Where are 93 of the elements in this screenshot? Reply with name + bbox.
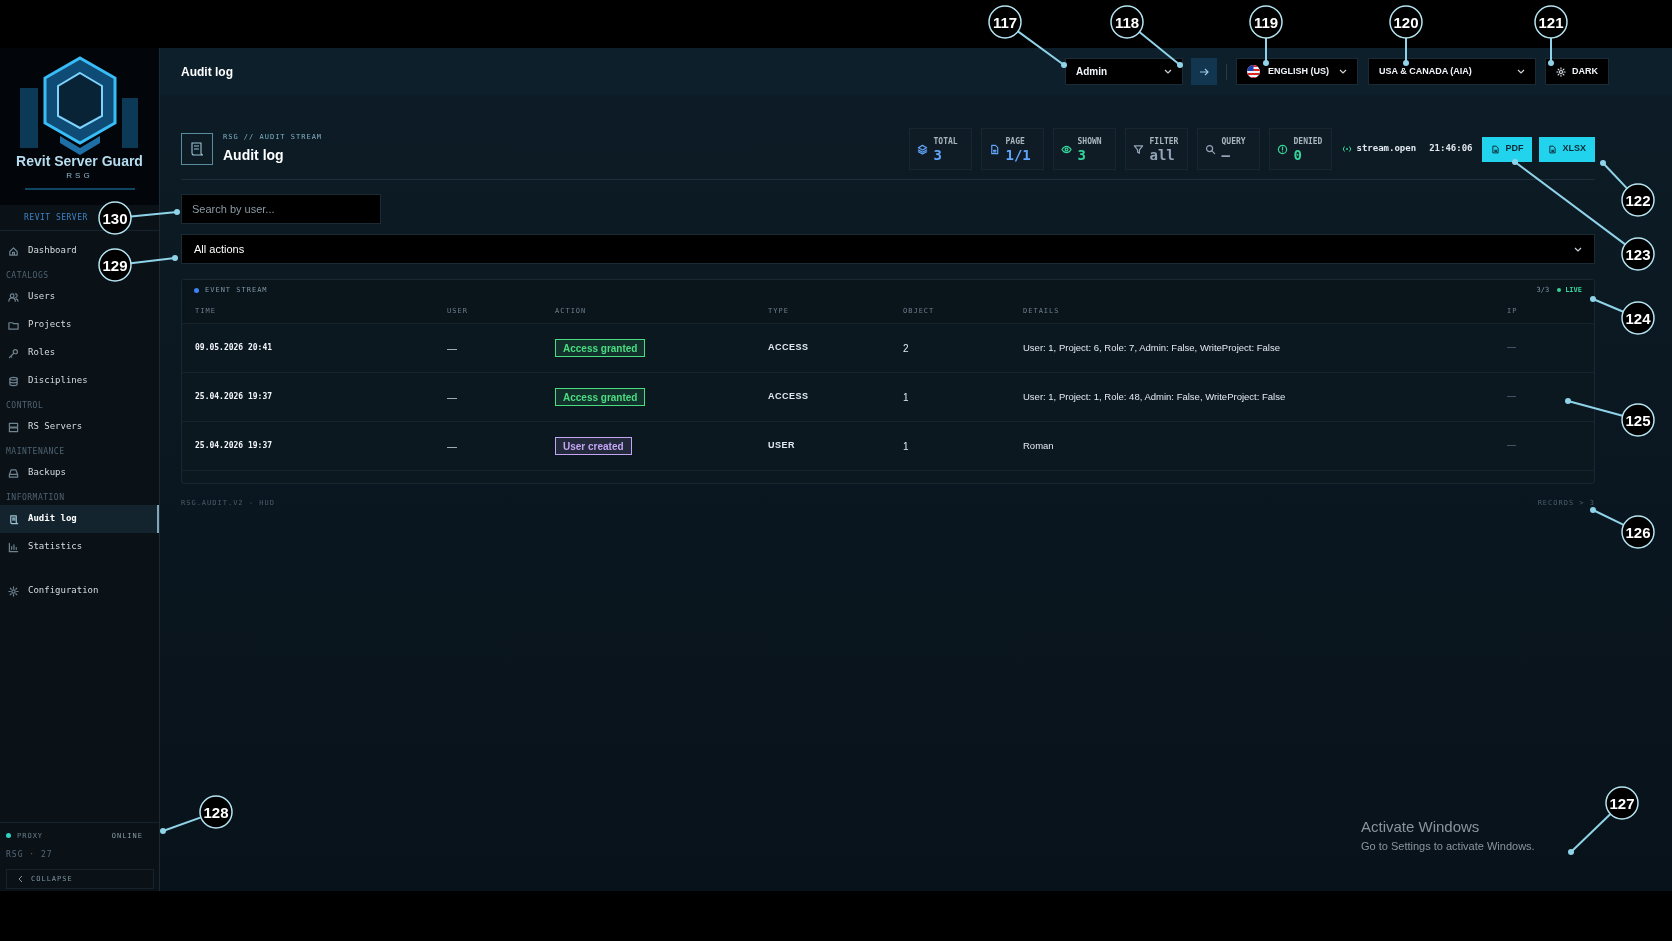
chart-icon <box>8 541 19 553</box>
drive-icon <box>8 467 19 479</box>
nav-item[interactable]: Statistics <box>0 533 159 561</box>
table-cell: 25.04.2026 19:37 <box>195 440 273 452</box>
gear-icon <box>8 585 19 597</box>
table-cell-text: 1 <box>903 439 909 454</box>
search-field[interactable]: Search by user... <box>181 194 381 224</box>
table-cell-text: 2 <box>903 341 909 356</box>
version-label: RSG · 27 <box>6 849 54 861</box>
table-cell-text: User: 1, Project: 1, Role: 48, Admin: False, WriteProject: False <box>1023 389 1286 404</box>
stat-value: 1/1 <box>1005 147 1031 163</box>
language-select[interactable]: ENGLISH (US) <box>1236 58 1358 85</box>
chevron-down-icon <box>1339 69 1347 74</box>
nav-section-heading: MAINTENANCE <box>6 446 65 458</box>
scroll-icon <box>181 133 213 165</box>
file-icon <box>1548 144 1558 154</box>
table-cell: — <box>1507 341 1516 355</box>
server-icon <box>8 421 19 433</box>
nav-item[interactable]: Disciplines <box>0 367 159 395</box>
broadcast-icon <box>1341 145 1352 153</box>
stream-time: 21:46:06 <box>1429 142 1473 156</box>
nav-section-heading: CATALOGS <box>6 270 49 282</box>
table-cell-text: User: 1, Project: 6, Role: 7, Admin: False, WriteProject: False <box>1023 340 1280 355</box>
header-title: Audit log <box>181 63 233 81</box>
chevron-down-icon <box>1574 246 1582 252</box>
table-cell: USER <box>768 439 795 453</box>
theme-button[interactable]: DARK <box>1545 58 1609 85</box>
action-tag: User created <box>555 437 632 455</box>
section-label: REVIT SERVER <box>24 211 88 224</box>
chevron-down-icon <box>1164 69 1172 74</box>
layers-icon <box>916 143 928 155</box>
nav-item[interactable]: Projects <box>0 311 159 339</box>
nav-section-heading: CONTROL <box>6 400 44 412</box>
database-icon <box>8 375 19 387</box>
activation-message: Go to Settings to activate Windows. <box>1361 839 1536 854</box>
home-icon <box>8 245 19 257</box>
stat-label: TOTAL <box>933 135 958 148</box>
brand-title: Revit Server Guard <box>15 152 144 171</box>
nav-item[interactable]: Users <box>0 283 159 311</box>
user-select[interactable]: Admin <box>1065 58 1183 85</box>
chevron-left-icon <box>17 875 23 883</box>
table-cell: — <box>1507 439 1516 453</box>
action-tag: Access granted <box>555 388 646 406</box>
export-button[interactable]: PDF <box>1482 136 1533 162</box>
stat-label: PAGE <box>1005 135 1026 148</box>
stat-label: FILTER <box>1149 135 1179 148</box>
file-icon <box>1491 144 1501 154</box>
brand-subtitle: RSG <box>65 170 94 182</box>
scroll-icon <box>8 513 19 525</box>
flag-icon <box>1247 65 1260 78</box>
stat-label: SHOWN <box>1077 135 1102 148</box>
nav-item[interactable]: RS Servers <box>0 413 159 441</box>
eye-icon <box>1060 143 1072 155</box>
go-button[interactable] <box>1191 58 1217 85</box>
nav-item[interactable]: Configuration <box>0 577 159 605</box>
page-title: Audit log <box>223 145 285 165</box>
stat-value: 0 <box>1293 147 1303 163</box>
file-icon <box>988 143 1000 155</box>
export-button[interactable]: XLSX <box>1539 136 1595 162</box>
nav-item[interactable]: Roles <box>0 339 159 367</box>
filter-icon <box>1132 143 1144 155</box>
stat-value: 3 <box>1077 147 1087 163</box>
stat-value: all <box>1149 147 1176 163</box>
region-select[interactable]: USA & CANADA (AIA) <box>1368 58 1536 85</box>
table-cell-text: — <box>447 439 457 454</box>
table-cell: — <box>1507 390 1516 404</box>
alert-icon <box>1276 143 1288 155</box>
action-tag: Access granted <box>555 339 646 357</box>
table-cell: ACCESS <box>768 390 809 404</box>
stat-label: DENIED <box>1293 135 1323 148</box>
stream-status: stream.open <box>1356 142 1417 156</box>
action-select[interactable]: All actions <box>181 234 1595 264</box>
table-cell: 09.05.2026 20:41 <box>195 342 273 354</box>
table-cell-text: — <box>447 390 457 405</box>
sun-icon <box>1556 66 1566 77</box>
nav-section-heading: INFORMATION <box>6 492 65 504</box>
users-icon <box>8 291 19 303</box>
stat-value: 3 <box>933 147 943 163</box>
table-cell-text: 1 <box>903 390 909 405</box>
table-cell: ACCESS <box>768 341 809 355</box>
search-icon <box>1204 143 1216 155</box>
table-cell: 25.04.2026 19:37 <box>195 391 273 403</box>
table-cell-text: Roman <box>1023 438 1054 453</box>
chevron-down-icon <box>1517 69 1525 74</box>
activation-title: Activate Windows <box>1361 816 1481 837</box>
key-icon <box>8 347 19 359</box>
folder-icon <box>8 319 19 331</box>
nav-item[interactable]: Backups <box>0 459 159 487</box>
stat-label: QUERY <box>1221 135 1246 148</box>
stat-value: — <box>1221 147 1231 163</box>
arrow-right-icon <box>1199 66 1209 77</box>
table-cell-text: — <box>447 341 457 356</box>
nav-item[interactable]: Audit log <box>0 505 159 533</box>
